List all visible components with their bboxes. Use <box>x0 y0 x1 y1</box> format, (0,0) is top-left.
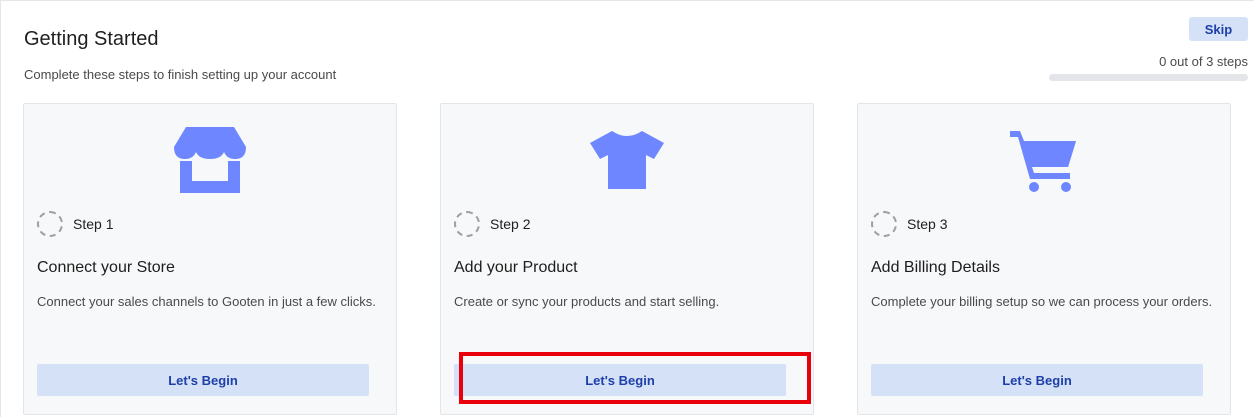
step-status-icon <box>37 211 63 237</box>
lets-begin-button-add-product[interactable]: Let's Begin <box>454 364 786 396</box>
storefront-icon <box>24 124 396 196</box>
tshirt-icon <box>441 124 813 196</box>
step-indicator: Step 3 <box>871 211 947 237</box>
step-card-add-product: Step 2 Add your Product Create or sync y… <box>440 103 814 415</box>
shopping-cart-icon <box>858 124 1230 196</box>
step-status-icon <box>454 211 480 237</box>
page-subtitle: Complete these steps to finish setting u… <box>24 67 337 82</box>
step-card-connect-store: Step 1 Connect your Store Connect your s… <box>23 103 397 415</box>
lets-begin-button-connect-store[interactable]: Let's Begin <box>37 364 369 396</box>
card-title: Add your Product <box>454 259 578 276</box>
step-indicator: Step 1 <box>37 211 113 237</box>
getting-started-panel: Getting Started Complete these steps to … <box>0 0 1254 417</box>
card-description: Complete your billing setup so we can pr… <box>871 294 1213 309</box>
lets-begin-button-billing[interactable]: Let's Begin <box>871 364 1203 396</box>
skip-button[interactable]: Skip <box>1189 17 1248 41</box>
steps-progress-text: 0 out of 3 steps <box>1159 54 1248 69</box>
step-label: Step 3 <box>907 216 948 232</box>
card-description: Connect your sales channels to Gooten in… <box>37 294 376 309</box>
step-indicator: Step 2 <box>454 211 530 237</box>
step-card-billing: Step 3 Add Billing Details Complete your… <box>857 103 1231 415</box>
card-title: Connect your Store <box>37 259 175 276</box>
step-label: Step 2 <box>490 216 531 232</box>
card-title: Add Billing Details <box>871 259 1000 276</box>
step-label: Step 1 <box>73 216 114 232</box>
steps-progress-bar <box>1049 74 1248 81</box>
page-title: Getting Started <box>24 28 159 50</box>
card-description: Create or sync your products and start s… <box>454 294 720 309</box>
step-status-icon <box>871 211 897 237</box>
